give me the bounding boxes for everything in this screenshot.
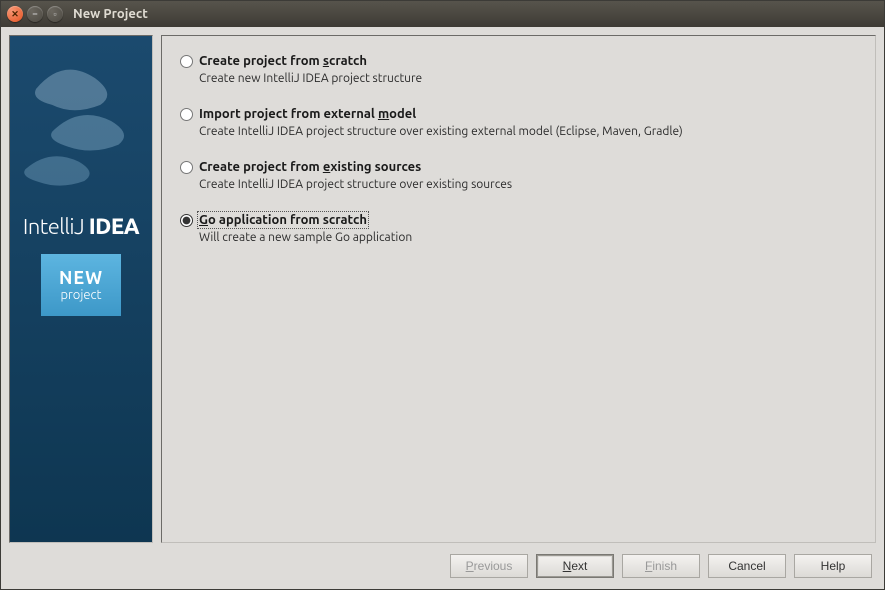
dolphins-image xyxy=(20,46,149,196)
cancel-button[interactable]: Cancel xyxy=(708,554,786,578)
minimize-icon[interactable]: – xyxy=(27,6,43,22)
close-icon[interactable]: ✕ xyxy=(7,6,23,22)
wizard-sidebar: IntelliJ IDEA NEW project xyxy=(9,35,153,543)
finish-button: Finish xyxy=(622,554,700,578)
option-go: Go application from scratch Will create a… xyxy=(180,213,857,244)
option-desc-import: Create IntelliJ IDEA project structure o… xyxy=(199,125,857,138)
window-controls: ✕ – ▫ xyxy=(7,6,63,22)
help-button[interactable]: Help xyxy=(794,554,872,578)
new-project-dialog: ✕ – ▫ New Project IntelliJ IDEA NEW proj… xyxy=(0,0,885,590)
next-button[interactable]: Next xyxy=(536,554,614,578)
radio-go[interactable] xyxy=(180,214,193,227)
option-desc-scratch: Create new IntelliJ IDEA project structu… xyxy=(199,72,857,85)
option-label-scratch[interactable]: Create project from scratch xyxy=(199,54,367,68)
dialog-body: IntelliJ IDEA NEW project Create project… xyxy=(1,27,884,589)
radio-import[interactable] xyxy=(180,108,193,121)
option-label-go[interactable]: Go application from scratch xyxy=(199,213,367,227)
option-label-import[interactable]: Import project from external model xyxy=(199,107,416,121)
previous-button: Previous xyxy=(450,554,528,578)
option-desc-go: Will create a new sample Go application xyxy=(199,231,857,244)
maximize-icon[interactable]: ▫ xyxy=(47,6,63,22)
option-scratch: Create project from scratch Create new In… xyxy=(180,54,857,85)
button-bar: Previous Next Finish Cancel Help xyxy=(9,551,876,581)
titlebar: ✕ – ▫ New Project xyxy=(1,1,884,27)
radio-existing[interactable] xyxy=(180,161,193,174)
option-label-existing[interactable]: Create project from existing sources xyxy=(199,160,421,174)
intellij-logo: IntelliJ IDEA xyxy=(10,214,152,239)
window-title: New Project xyxy=(73,7,148,21)
new-project-badge: NEW project xyxy=(41,254,121,316)
main-area: IntelliJ IDEA NEW project Create project… xyxy=(9,35,876,543)
option-desc-existing: Create IntelliJ IDEA project structure o… xyxy=(199,178,857,191)
radio-scratch[interactable] xyxy=(180,55,193,68)
options-panel: Create project from scratch Create new In… xyxy=(161,35,876,543)
option-import: Import project from external model Create… xyxy=(180,107,857,138)
option-existing: Create project from existing sources Crea… xyxy=(180,160,857,191)
